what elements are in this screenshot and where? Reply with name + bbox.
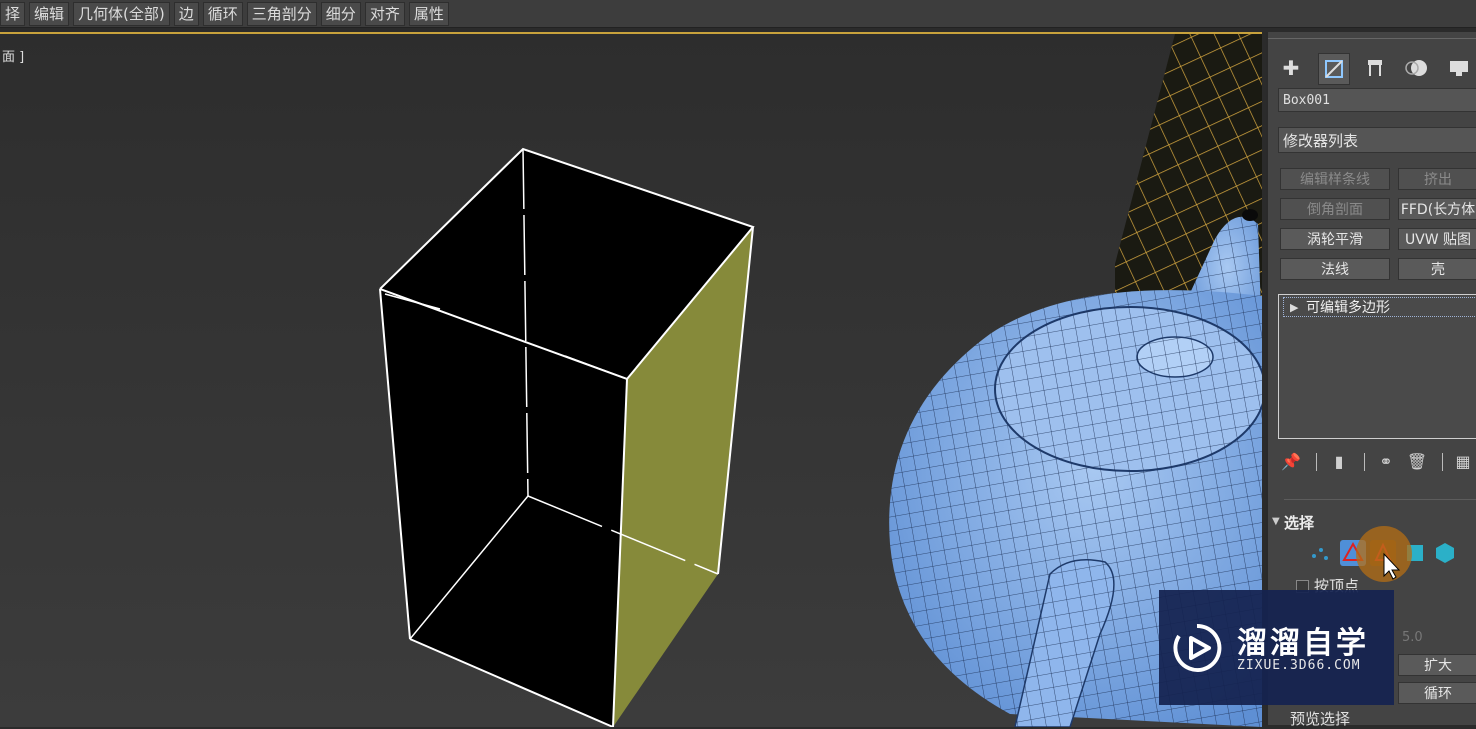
modifier-list-dropdown[interactable]: 修改器列表	[1278, 127, 1476, 153]
toolbar-separator	[1316, 453, 1317, 471]
toolbar-separator	[1442, 453, 1443, 471]
viewport-scene[interactable]	[0, 34, 1262, 727]
modifier-edit-spline-button[interactable]: 编辑样条线	[1280, 168, 1390, 190]
stack-item-editable-poly[interactable]: ▶ 可编辑多边形	[1283, 297, 1476, 317]
preview-selection-label: 预览选择	[1290, 710, 1351, 728]
menu-edge[interactable]: 边	[173, 1, 199, 26]
modifier-turbosmooth-button[interactable]: 涡轮平滑	[1280, 228, 1390, 250]
open-box-object[interactable]	[379, 147, 755, 727]
modifier-normal-button[interactable]: 法线	[1280, 258, 1390, 280]
stack-item-label: 可编辑多边形	[1306, 300, 1390, 316]
menu-subdivide[interactable]: 细分	[320, 1, 361, 26]
panel-tab-row: ✚	[1268, 38, 1476, 85]
modify-icon[interactable]	[1318, 53, 1350, 85]
viewport-label[interactable]: 面 ]	[2, 46, 24, 65]
menu-triangulate[interactable]: 三角剖分	[246, 1, 317, 26]
menu-bar: 择 编辑 几何体(全部) 边 循环 三角剖分 细分 对齐 属性	[0, 0, 1476, 28]
menu-loop[interactable]: 循环	[202, 1, 243, 26]
cursor-highlight	[1356, 526, 1412, 582]
menu-geometry[interactable]: 几何体(全部)	[73, 1, 170, 26]
menu-edit[interactable]: 编辑	[29, 1, 70, 26]
grow-button[interactable]: 扩大	[1398, 654, 1476, 676]
rollout-divider	[1284, 499, 1476, 500]
create-icon[interactable]: ✚	[1276, 53, 1306, 83]
element-icon[interactable]	[1432, 540, 1458, 566]
watermark-brand: 溜溜自学	[1237, 626, 1369, 661]
menu-select[interactable]: 择	[0, 1, 26, 26]
hierarchy-icon[interactable]	[1360, 53, 1390, 83]
mouse-pointer-icon	[1383, 552, 1401, 580]
rollout-toggle-icon[interactable]: ▼	[1272, 516, 1280, 527]
motion-icon[interactable]	[1402, 53, 1432, 83]
modifier-ffd-box-button[interactable]: FFD(长方体	[1398, 198, 1476, 220]
menu-align[interactable]: 对齐	[364, 1, 405, 26]
remove-modifier-icon[interactable]: 🗑	[1406, 450, 1428, 474]
configure-icon[interactable]: ▦	[1452, 450, 1474, 474]
modifier-bevel-profile-button[interactable]: 倒角剖面	[1280, 198, 1390, 220]
modifier-shell-button[interactable]: 壳	[1398, 258, 1476, 280]
modifier-uvw-map-button[interactable]: UVW 贴图	[1398, 228, 1476, 250]
threshold-field[interactable]: 5.0	[1398, 628, 1476, 648]
vertex-icon[interactable]	[1308, 540, 1334, 566]
toolbar-separator	[1364, 453, 1365, 471]
object-name-field[interactable]: Box001	[1278, 88, 1476, 112]
make-unique-icon[interactable]: ⚭	[1374, 450, 1398, 474]
pin-icon[interactable]: 📌	[1280, 450, 1302, 474]
menu-properties[interactable]: 属性	[408, 1, 449, 26]
viewport[interactable]: 面 ]	[0, 32, 1262, 727]
selection-rollout-title[interactable]: 选择	[1284, 512, 1314, 533]
watermark: 溜溜自学 ZIXUE.3D66.COM	[1159, 590, 1394, 705]
play-logo-icon	[1173, 623, 1222, 672]
stack-toolbar: 📌 ▮ ⚭ 🗑 ▦	[1278, 450, 1476, 476]
display-icon[interactable]	[1444, 53, 1474, 83]
show-end-result-icon[interactable]: ▮	[1328, 450, 1350, 474]
watermark-url: ZIXUE.3D66.COM	[1237, 658, 1361, 673]
modifier-stack[interactable]: ▶ 可编辑多边形	[1278, 294, 1476, 439]
modifier-extrude-button[interactable]: 挤出	[1398, 168, 1476, 190]
loop-button[interactable]: 循环	[1398, 682, 1476, 704]
expand-arrow-icon[interactable]: ▶	[1290, 298, 1298, 318]
